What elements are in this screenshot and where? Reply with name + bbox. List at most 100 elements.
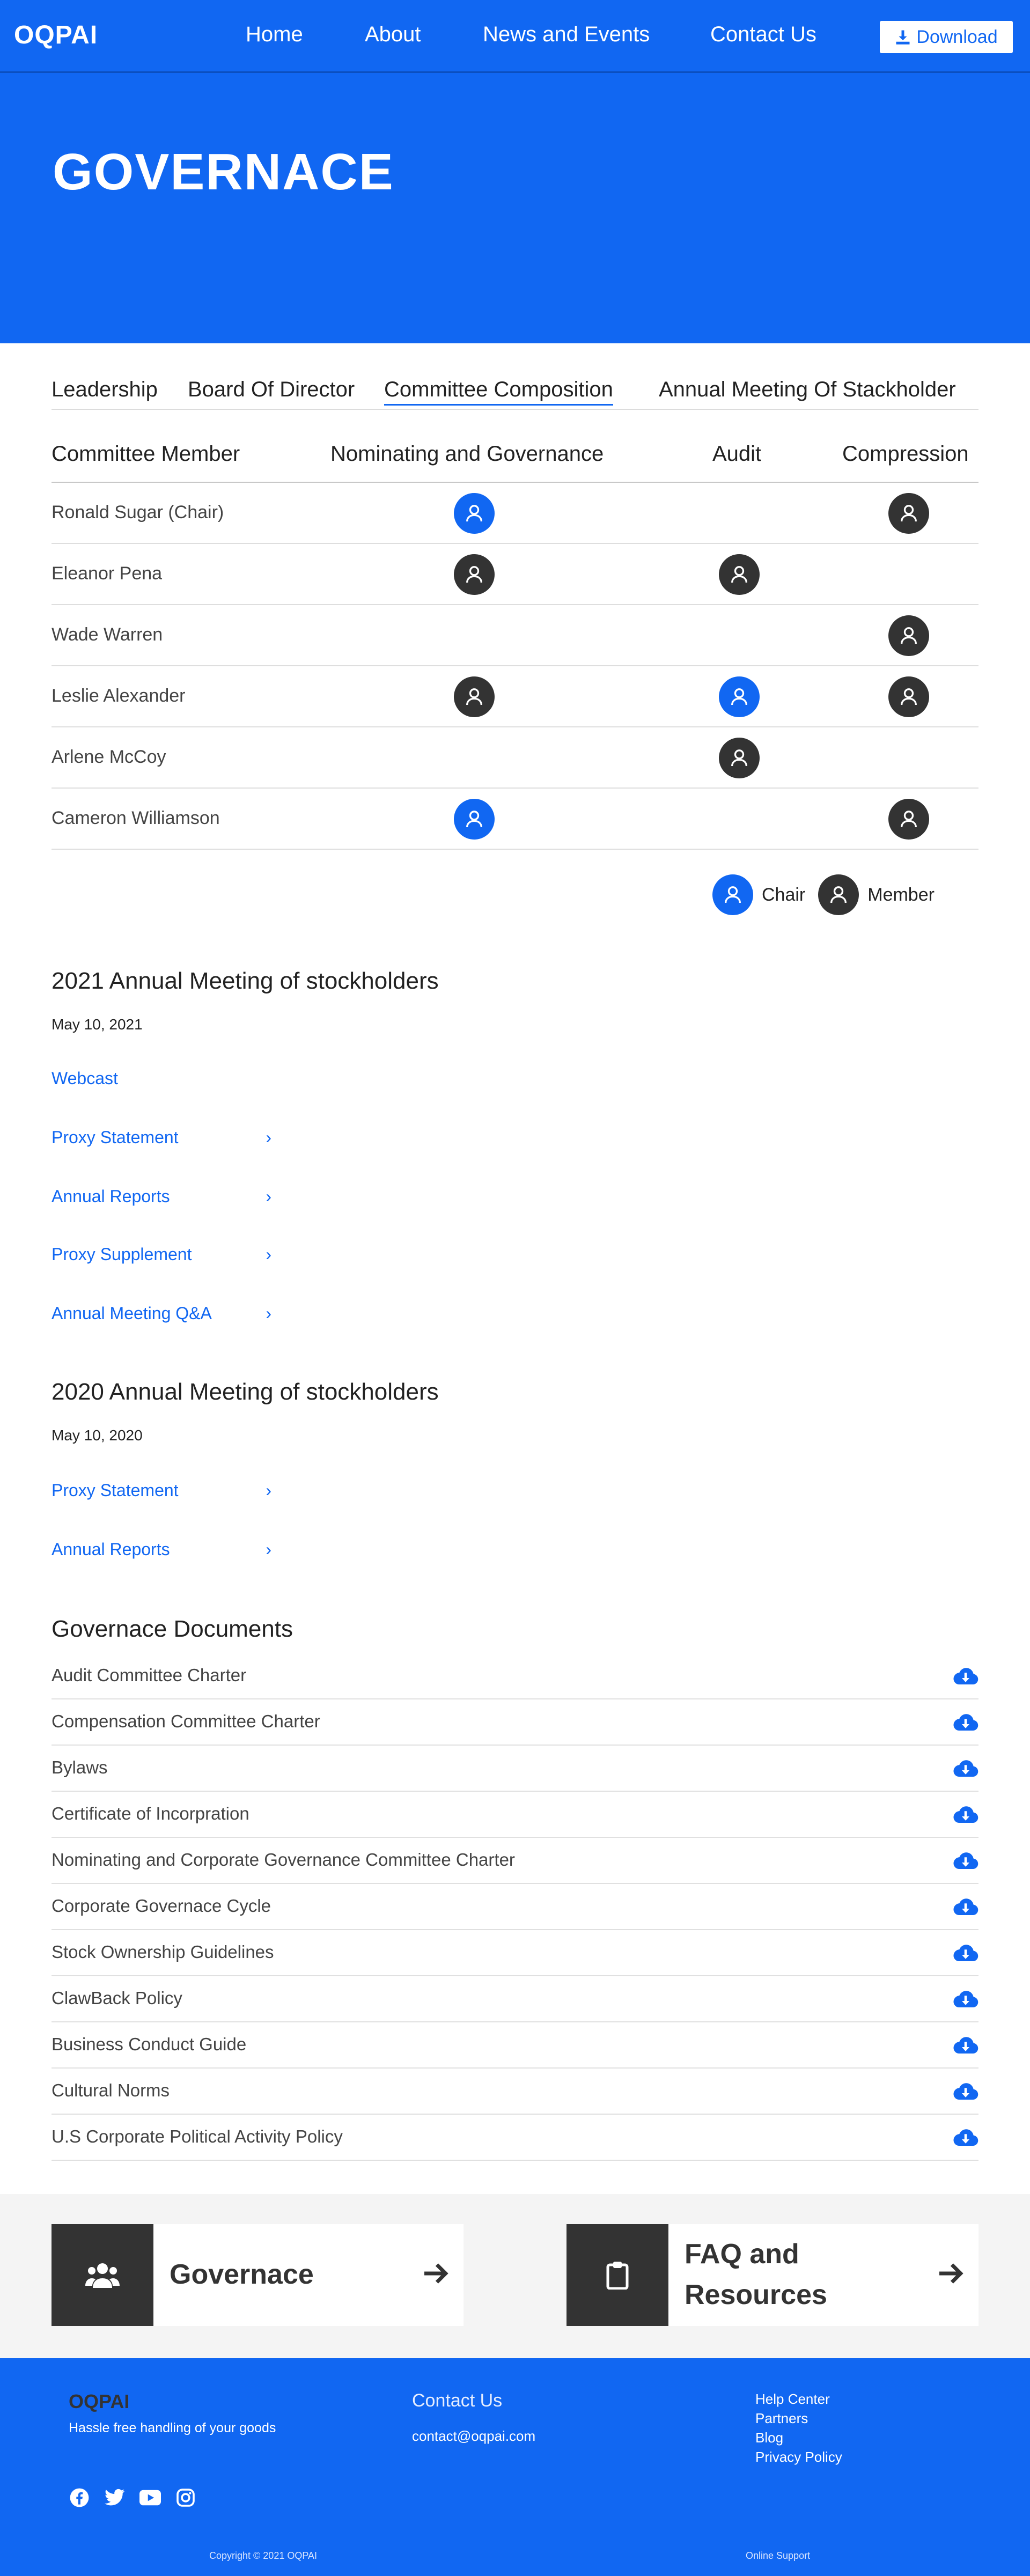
cloud-download-icon[interactable] xyxy=(953,1988,979,2011)
chair-person-icon xyxy=(454,493,495,534)
footer-contact-title: Contact Us xyxy=(412,2390,503,2411)
document-row: Business Conduct Guide xyxy=(52,2022,979,2069)
nav-about[interactable]: About xyxy=(365,23,421,47)
cloud-download-icon[interactable] xyxy=(953,1757,979,1780)
footer-link-help-center[interactable]: Help Center xyxy=(755,2389,842,2409)
document-name: Cultural Norms xyxy=(52,2080,170,2100)
committee-member-name: Eleanor Pena xyxy=(52,563,163,584)
footer-tagline: Hassle free handling of your goods xyxy=(69,2420,276,2435)
document-name: Audit Committee Charter xyxy=(52,1665,247,1685)
faq-card-title-line1: FAQ and xyxy=(685,2239,799,2270)
document-row: Stock Ownership Guidelines xyxy=(52,1930,979,1976)
governance-card-title: Governace xyxy=(170,2259,314,2290)
arrow-right-icon xyxy=(939,2263,963,2284)
document-row: Bylaws xyxy=(52,1746,979,1792)
social-links xyxy=(69,2487,196,2508)
document-row: Cultural Norms xyxy=(52,2069,979,2115)
link-label: Proxy Statement xyxy=(52,1481,179,1500)
chair-person-icon xyxy=(719,676,760,717)
tab-leadership[interactable]: Leadership xyxy=(52,378,158,402)
footer-link-blog[interactable]: Blog xyxy=(755,2428,842,2447)
cloud-download-icon[interactable] xyxy=(953,1896,979,1918)
annual-reports-2021-link[interactable]: Annual Reports › xyxy=(52,1187,271,1206)
meeting-2021-date: May 10, 2021 xyxy=(52,1016,143,1033)
meeting-2020-date: May 10, 2020 xyxy=(52,1427,143,1444)
committee-row: Arlene McCoy xyxy=(52,727,979,789)
committee-table: Committee Member Nominating and Governan… xyxy=(52,432,979,850)
cloud-download-icon[interactable] xyxy=(953,1942,979,1964)
site-footer: OQPAI Hassle free handling of your goods… xyxy=(0,2358,1030,2576)
download-button[interactable]: Download xyxy=(880,21,1013,53)
governance-card[interactable]: Governace xyxy=(52,2224,464,2326)
clipboard-icon xyxy=(566,2224,668,2326)
footer-link-privacy-policy[interactable]: Privacy Policy xyxy=(755,2447,842,2467)
nav-contact-us[interactable]: Contact Us xyxy=(710,23,816,47)
faq-resources-card[interactable]: FAQ and Resources xyxy=(566,2224,979,2326)
proxy-supplement-link[interactable]: Proxy Supplement › xyxy=(52,1245,271,1264)
online-support-link[interactable]: Online Support xyxy=(746,2550,810,2562)
legend-member-label: Member xyxy=(867,884,935,905)
link-label: Webcast xyxy=(52,1069,118,1088)
users-icon xyxy=(52,2224,153,2326)
cloud-download-icon[interactable] xyxy=(953,1850,979,1872)
committee-member-name: Wade Warren xyxy=(52,624,163,645)
member-person-icon xyxy=(719,738,760,778)
governance-tabs: Leadership Board Of Director Committee C… xyxy=(52,376,979,410)
document-name: Stock Ownership Guidelines xyxy=(52,1942,274,1962)
copyright-text: Copyright © 2021 OQPAI xyxy=(209,2550,318,2561)
tab-committee-composition[interactable]: Committee Composition xyxy=(384,378,613,406)
tab-annual-meeting[interactable]: Annual Meeting Of Stackholder xyxy=(659,378,956,402)
proxy-statement-2021-link[interactable]: Proxy Statement › xyxy=(52,1128,271,1147)
download-button-label: Download xyxy=(916,26,998,47)
document-row: U.S Corporate Political Activity Policy xyxy=(52,2115,979,2161)
tab-board-of-director[interactable]: Board Of Director xyxy=(188,378,355,402)
cloud-download-icon[interactable] xyxy=(953,2080,979,2103)
committee-legend: Chair Member xyxy=(712,874,935,915)
proxy-statement-2020-link[interactable]: Proxy Statement › xyxy=(52,1481,271,1500)
document-row: Nominating and Corporate Governance Comm… xyxy=(52,1838,979,1884)
annual-reports-2020-link[interactable]: Annual Reports › xyxy=(52,1540,271,1559)
footer-email-link[interactable]: contact@oqpai.com xyxy=(412,2428,535,2445)
cloud-download-icon[interactable] xyxy=(953,1711,979,1734)
cloud-download-icon[interactable] xyxy=(953,2034,979,2057)
webcast-link[interactable]: Webcast xyxy=(52,1069,271,1088)
footer-link-partners[interactable]: Partners xyxy=(755,2409,842,2428)
document-row: Corporate Governace Cycle xyxy=(52,1884,979,1930)
member-person-icon xyxy=(454,676,495,717)
header-audit: Audit xyxy=(712,442,762,466)
document-name: Corporate Governace Cycle xyxy=(52,1896,271,1916)
committee-member-name: Cameron Williamson xyxy=(52,808,220,828)
committee-row: Ronald Sugar (Chair) xyxy=(52,483,979,544)
page-title: GOVERNACE xyxy=(53,143,394,201)
documents-list: Audit Committee Charter Compensation Comm… xyxy=(52,1653,979,2161)
link-label: Proxy Supplement xyxy=(52,1245,192,1264)
top-navigation-bar: OQPAI Home About News and Events Contact… xyxy=(0,0,1030,73)
cloud-download-icon[interactable] xyxy=(953,2126,979,2149)
footer-links: Help Center Partners Blog Privacy Policy xyxy=(755,2389,842,2467)
youtube-icon[interactable] xyxy=(139,2487,161,2508)
site-logo[interactable]: OQPAI xyxy=(14,20,98,50)
member-person-icon xyxy=(454,554,495,595)
committee-row: Wade Warren xyxy=(52,605,979,666)
member-person-icon xyxy=(818,874,859,915)
chevron-right-icon: › xyxy=(266,1540,271,1559)
cloud-download-icon[interactable] xyxy=(953,1665,979,1688)
chevron-right-icon: › xyxy=(266,1128,271,1147)
committee-table-header: Committee Member Nominating and Governan… xyxy=(52,432,979,483)
twitter-icon[interactable] xyxy=(104,2487,126,2508)
footer-logo[interactable]: OQPAI xyxy=(69,2390,129,2413)
cloud-download-icon[interactable] xyxy=(953,1804,979,1826)
documents-title: Governace Documents xyxy=(52,1616,293,1642)
member-person-icon xyxy=(719,554,760,595)
nav-home[interactable]: Home xyxy=(246,23,303,47)
annual-meeting-qa-link[interactable]: Annual Meeting Q&A › xyxy=(52,1304,271,1323)
document-name: U.S Corporate Political Activity Policy xyxy=(52,2126,343,2146)
document-name: Nominating and Corporate Governance Comm… xyxy=(52,1850,515,1870)
nav-news-and-events[interactable]: News and Events xyxy=(483,23,650,47)
instagram-icon[interactable] xyxy=(175,2487,196,2508)
arrow-right-icon xyxy=(424,2263,448,2284)
chair-person-icon xyxy=(454,799,495,840)
document-row: Audit Committee Charter xyxy=(52,1653,979,1699)
header-nominating: Nominating and Governance xyxy=(330,442,604,466)
facebook-icon[interactable] xyxy=(69,2487,90,2508)
